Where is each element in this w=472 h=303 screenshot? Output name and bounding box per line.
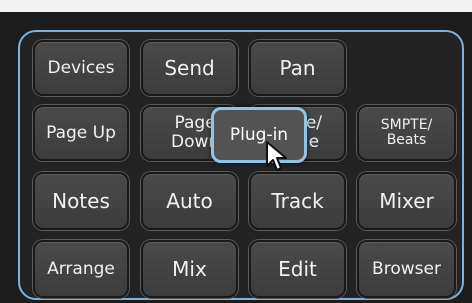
browser-label: Browser — [372, 258, 441, 279]
arrange-button[interactable]: Arrange — [33, 240, 129, 298]
obscured-button-label: e/ e — [305, 113, 322, 152]
controller-frame: Devices Send Pan Page Up Page Down e/ e … — [0, 0, 472, 303]
auto-label: Auto — [166, 189, 213, 213]
track-button[interactable]: Track — [249, 172, 346, 230]
devices-label: Devices — [47, 57, 115, 78]
mix-label: Mix — [172, 257, 207, 281]
mix-button[interactable]: Mix — [141, 240, 238, 298]
mixer-label: Mixer — [379, 189, 434, 213]
page-up-button[interactable]: Page Up — [33, 105, 129, 161]
smpte-beats-label: SMPTE/ Beats — [380, 116, 433, 148]
smpte-beats-button[interactable]: SMPTE/ Beats — [357, 105, 456, 161]
pan-button[interactable]: Pan — [249, 40, 346, 96]
auto-button[interactable]: Auto — [141, 172, 238, 230]
edit-label: Edit — [278, 257, 317, 281]
arrow-cursor-icon — [266, 141, 287, 171]
send-label: Send — [164, 56, 215, 80]
send-button[interactable]: Send — [141, 40, 238, 96]
page-up-label: Page Up — [46, 122, 116, 143]
notes-label: Notes — [52, 189, 110, 213]
edit-button[interactable]: Edit — [249, 240, 346, 298]
plug-in-popup-button[interactable]: Plug-in — [211, 107, 307, 163]
devices-button[interactable]: Devices — [33, 40, 129, 96]
track-label: Track — [271, 189, 324, 213]
notes-button[interactable]: Notes — [33, 172, 129, 230]
top-strip — [0, 0, 472, 12]
browser-button[interactable]: Browser — [357, 240, 456, 298]
mixer-button[interactable]: Mixer — [357, 172, 456, 230]
pan-label: Pan — [279, 56, 316, 80]
arrange-label: Arrange — [47, 258, 115, 279]
